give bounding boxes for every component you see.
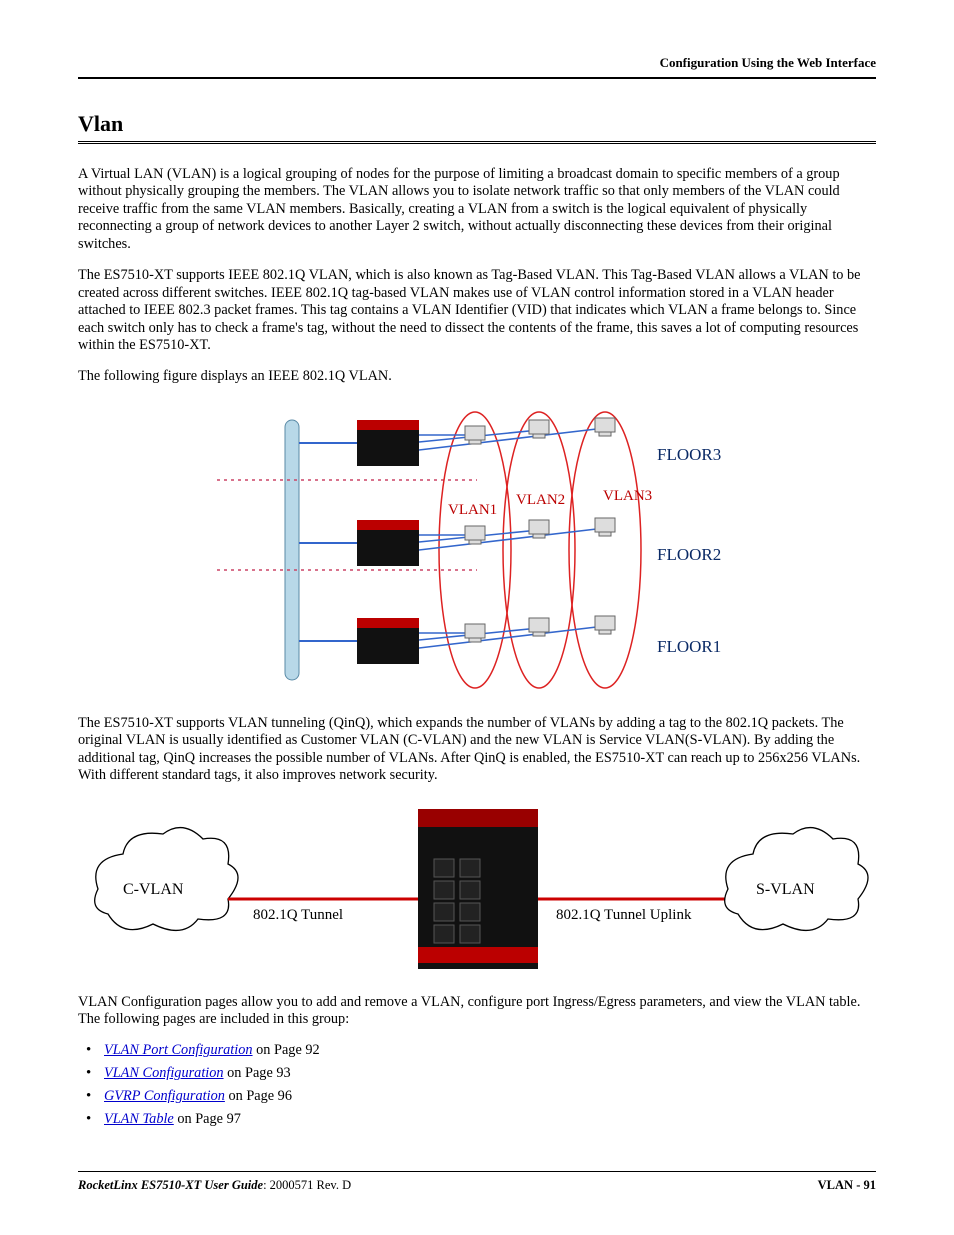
label-tunnel: 802.1Q Tunnel <box>253 907 343 923</box>
figure-qinq-tunnel: C-VLAN 802.1Q Tunnel 802.1Q Tunnel Uplin… <box>78 799 876 984</box>
link-vlan-configuration[interactable]: VLAN Configuration <box>104 1065 224 1081</box>
link-suffix: on Page 96 <box>225 1088 292 1104</box>
paragraph-1: A Virtual LAN (VLAN) is a logical groupi… <box>78 166 876 253</box>
page-header: Configuration Using the Web Interface <box>78 55 876 79</box>
footer-rev: : 2000571 Rev. D <box>263 1178 351 1192</box>
label-vlan2: VLAN2 <box>516 492 565 508</box>
footer-left: RocketLinx ES7510-XT User Guide: 2000571… <box>78 1178 351 1193</box>
link-vlan-port-configuration[interactable]: VLAN Port Configuration <box>104 1042 253 1058</box>
label-floor3: FLOOR3 <box>657 445 721 464</box>
paragraph-2: The ES7510-XT supports IEEE 802.1Q VLAN,… <box>78 267 876 354</box>
label-floor1: FLOOR1 <box>657 637 721 656</box>
label-uplink: 802.1Q Tunnel Uplink <box>556 907 692 923</box>
paragraph-3: The following figure displays an IEEE 80… <box>78 368 876 385</box>
list-item: VLAN Configuration on Page 93 <box>104 1065 876 1082</box>
label-floor2: FLOOR2 <box>657 545 721 564</box>
paragraph-5: VLAN Configuration pages allow you to ad… <box>78 994 876 1029</box>
link-suffix: on Page 97 <box>174 1111 241 1127</box>
page-footer: RocketLinx ES7510-XT User Guide: 2000571… <box>78 1171 876 1193</box>
link-suffix: on Page 93 <box>224 1065 291 1081</box>
label-vlan3: VLAN3 <box>603 488 652 504</box>
header-right: Configuration Using the Web Interface <box>660 55 876 70</box>
title-rule <box>78 141 876 144</box>
paragraph-4: The ES7510-XT supports VLAN tunneling (Q… <box>78 715 876 785</box>
link-vlan-table[interactable]: VLAN Table <box>104 1111 174 1127</box>
footer-guide-title: RocketLinx ES7510-XT User Guide <box>78 1178 263 1192</box>
figure-vlan-floors: VLAN1 VLAN2 VLAN3 FLOOR3 FLOOR2 FLOOR1 <box>78 400 876 705</box>
list-item: VLAN Port Configuration on Page 92 <box>104 1042 876 1059</box>
label-s-vlan: S-VLAN <box>756 881 815 898</box>
label-c-vlan: C-VLAN <box>123 881 184 898</box>
list-item: GVRP Configuration on Page 96 <box>104 1088 876 1105</box>
section-title: Vlan <box>78 111 876 137</box>
link-suffix: on Page 92 <box>253 1042 320 1058</box>
link-gvrp-configuration[interactable]: GVRP Configuration <box>104 1088 225 1104</box>
label-vlan1: VLAN1 <box>448 502 497 518</box>
footer-page-number: VLAN - 91 <box>818 1178 876 1193</box>
list-item: VLAN Table on Page 97 <box>104 1111 876 1128</box>
link-list: VLAN Port Configuration on Page 92 VLAN … <box>78 1042 876 1128</box>
footer-rule <box>78 1171 876 1172</box>
